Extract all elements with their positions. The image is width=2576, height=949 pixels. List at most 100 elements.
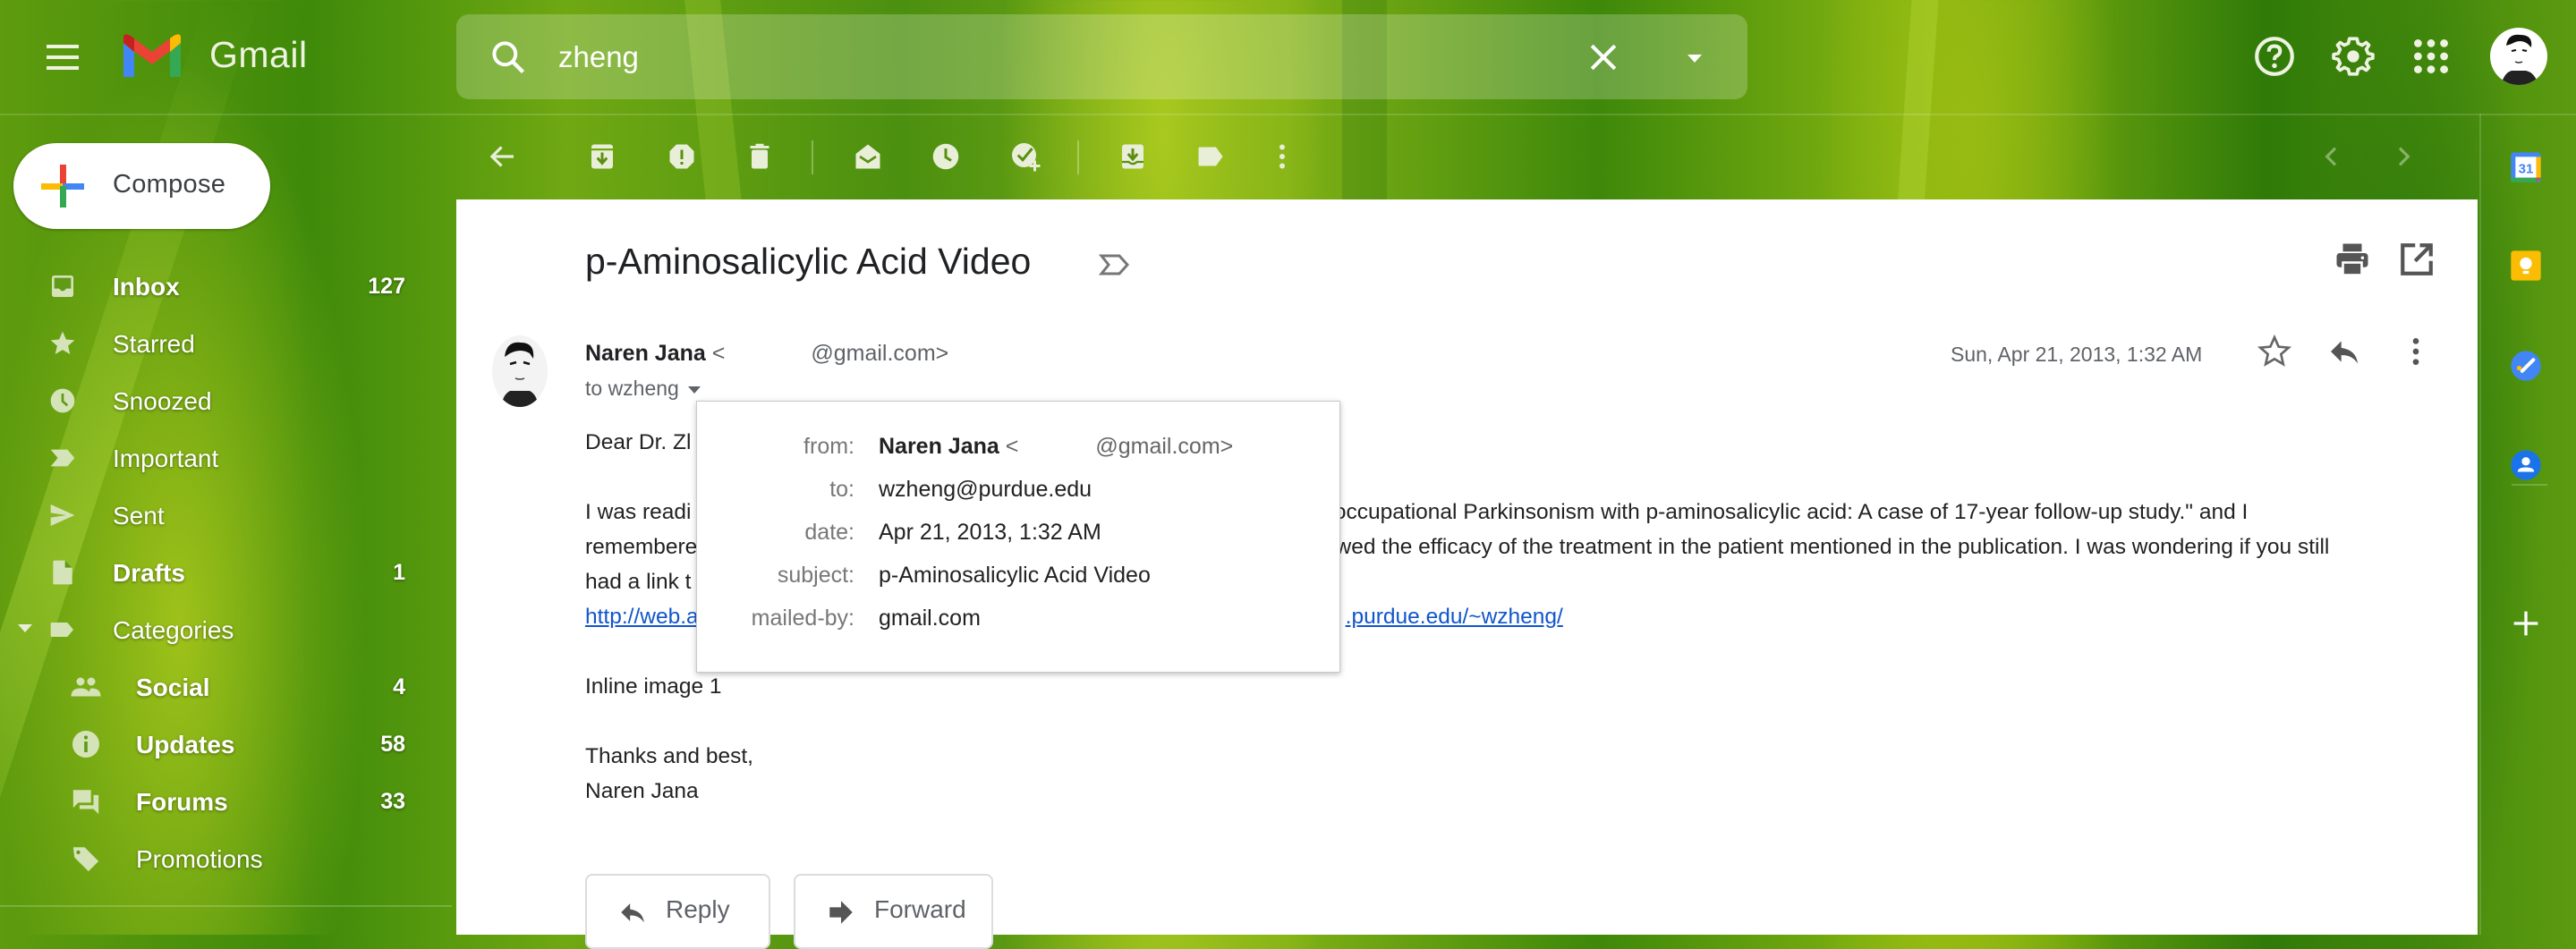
sidebar-item-drafts[interactable]: Drafts 1 (0, 546, 438, 599)
sidebar-item-label: Promotions (136, 845, 263, 873)
user-portrait-icon (501, 342, 539, 407)
detail-value: Apr 21, 2013, 1:32 AM (879, 520, 1101, 545)
newer-button[interactable] (2311, 136, 2352, 177)
sidebar-item-starred[interactable]: Starred (0, 317, 438, 370)
importance-marker-icon[interactable] (1097, 251, 1133, 278)
contacts-icon[interactable] (2508, 447, 2544, 483)
search-icon[interactable] (489, 38, 528, 77)
move-to-icon (1122, 144, 1143, 169)
sidebar-item-sent[interactable]: Sent (0, 488, 438, 542)
keep-icon[interactable] (2508, 248, 2544, 284)
delete-icon (750, 143, 769, 169)
detail-key: date: (804, 520, 854, 545)
calendar-icon[interactable]: 31 (2508, 149, 2544, 185)
inline-image-placeholder[interactable]: Inline image 1 (585, 669, 2428, 704)
account-avatar[interactable] (2490, 28, 2547, 85)
body-text: had a link t (585, 570, 692, 594)
detail-row-from: from: Naren Jana < @gmail.com> (697, 428, 1339, 470)
gmail-logo-icon[interactable] (120, 32, 184, 80)
report-spam-button[interactable] (661, 136, 702, 177)
message-details-popup: from: Naren Jana < @gmail.com> to: wzheng… (696, 401, 1340, 673)
sender-name[interactable]: Naren Jana (585, 341, 706, 366)
sidebar-item-label: Social (136, 674, 210, 701)
sidebar-item-forums[interactable]: Forums 33 (0, 775, 438, 828)
sidebar-item-snoozed[interactable]: Snoozed (0, 374, 438, 428)
compose-button[interactable]: Compose (13, 143, 270, 229)
settings-gear-icon[interactable] (2331, 34, 2376, 79)
add-icon[interactable] (2508, 606, 2544, 641)
search-input[interactable] (557, 34, 1544, 80)
sender-avatar[interactable] (492, 335, 548, 407)
chevron-left-icon (2325, 147, 2337, 166)
detail-value: wzheng@purdue.edu (879, 477, 1092, 502)
snooze-icon (932, 143, 959, 170)
expand-caret-icon[interactable] (18, 624, 32, 632)
link[interactable]: .purdue.edu/~wzheng/ (1346, 605, 1563, 629)
search-bar (456, 14, 1747, 99)
more-actions-button[interactable] (1262, 136, 1303, 177)
recipient-line: to wzheng (585, 377, 679, 400)
link[interactable]: http://web.a (585, 605, 699, 629)
move-to-button[interactable] (1112, 136, 1153, 177)
caret-down-icon (687, 386, 701, 394)
info-icon (70, 728, 102, 760)
mark-unread-button[interactable] (847, 136, 888, 177)
add-to-tasks-button[interactable] (1005, 136, 1046, 177)
detail-key: subject: (777, 563, 854, 588)
snooze-button[interactable] (925, 136, 966, 177)
sender-line: Naren Jana < @gmail.com> (585, 341, 948, 367)
main-menu-button[interactable] (41, 36, 84, 79)
delete-button[interactable] (739, 136, 780, 177)
help-icon[interactable] (2252, 34, 2297, 79)
tasks-icon[interactable] (2508, 348, 2544, 384)
label-icon (1198, 147, 1223, 166)
sender-address: @gmail.com> (1095, 434, 1234, 459)
sidebar-item-promotions[interactable]: Promotions (0, 832, 438, 885)
sender-address-open: < (999, 434, 1019, 459)
apps-grid-icon[interactable] (2409, 34, 2453, 79)
forward-icon (829, 901, 853, 924)
tag-icon (70, 843, 102, 875)
detail-key: mailed-by: (751, 606, 854, 631)
back-arrow-icon (489, 146, 514, 167)
forward-button[interactable]: Forward (794, 874, 993, 949)
closing: Thanks and best, (585, 744, 753, 768)
detail-row-mailed-by: mailed-by: gmail.com (697, 600, 1339, 641)
forum-icon (70, 785, 102, 818)
archive-icon (591, 144, 613, 169)
reply-icon[interactable] (2326, 334, 2362, 369)
chevron-right-icon (2398, 147, 2410, 166)
detail-value: gmail.com (879, 606, 981, 631)
toolbar-divider (1077, 140, 1079, 174)
body-text: I was readi (585, 500, 692, 524)
print-icon[interactable] (2334, 241, 2371, 278)
sidebar-item-label: Updates (136, 731, 235, 758)
more-vert-icon[interactable] (2398, 334, 2434, 369)
archive-button[interactable] (582, 136, 623, 177)
caret-down-icon[interactable] (1684, 47, 1705, 69)
sidebar-item-categories[interactable]: Categories (0, 603, 438, 657)
sidebar-item-inbox[interactable]: Inbox 127 (0, 259, 438, 313)
back-button[interactable] (482, 136, 523, 177)
older-button[interactable] (2383, 136, 2424, 177)
recipient-details-toggle[interactable]: to wzheng (585, 377, 701, 401)
open-in-new-window-icon[interactable] (2398, 241, 2436, 278)
side-panel: 31 (2479, 114, 2576, 935)
reply-label: Reply (666, 895, 730, 923)
reply-button[interactable]: Reply (585, 874, 770, 949)
sidebar-item-label: Starred (113, 330, 195, 358)
unread-count: 4 (393, 674, 405, 699)
close-icon[interactable] (1584, 38, 1623, 77)
top-header: Gmail (0, 0, 2576, 115)
email-subject: p-Aminosalicylic Acid Video (585, 241, 1032, 282)
sidebar-item-social[interactable]: Social 4 (0, 660, 438, 714)
forward-label: Forward (874, 895, 966, 923)
sidebar-item-important[interactable]: Important (0, 431, 438, 485)
detail-row-to: to: wzheng@purdue.edu (697, 471, 1339, 513)
star-icon[interactable] (2257, 334, 2292, 369)
detail-key: from: (803, 434, 854, 459)
sidebar-item-updates[interactable]: Updates 58 (0, 717, 438, 771)
gmail-brand: Gmail (209, 34, 308, 75)
labels-button[interactable] (1190, 136, 1231, 177)
unread-count: 1 (393, 560, 405, 585)
